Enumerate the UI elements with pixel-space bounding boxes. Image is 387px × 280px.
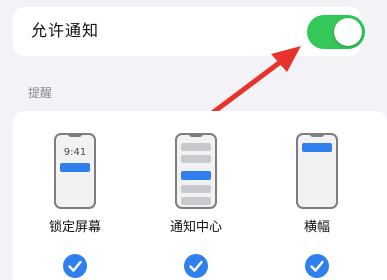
alert-style-lock-screen[interactable]: 9:41 锁定屏幕 [25,111,125,280]
alert-styles-card: 9:41 锁定屏幕 通知中心 横幅 [13,111,387,280]
alert-style-banners[interactable]: 横幅 [267,111,367,280]
checkmark-icon[interactable] [184,254,208,278]
allow-notifications-label: 允许通知 [31,21,100,40]
checkmark-icon[interactable] [305,254,329,278]
alert-style-label: 横幅 [303,220,330,235]
phone-notification-center-icon [175,133,217,209]
checkmark-icon[interactable] [63,254,87,278]
notification-center-bar [181,171,211,180]
notification-settings-screen: 允许通知 提醒 9:41 锁定屏幕 通知中心 横幅 [0,0,387,280]
alert-style-label: 锁定屏幕 [48,220,101,235]
lockscreen-notification-bar [60,163,90,172]
banner-notification-bar [302,143,332,152]
alert-style-label: 通知中心 [169,220,222,235]
phone-lockscreen-icon: 9:41 [54,133,96,209]
lockscreen-time: 9:41 [63,147,87,158]
section-header-alerts: 提醒 [28,86,53,100]
switch-knob [334,18,362,46]
alert-style-notification-center[interactable]: 通知中心 [146,111,246,280]
allow-notifications-switch[interactable] [307,15,365,49]
phone-banner-icon [296,133,338,209]
allow-notifications-row: 允许通知 [13,7,365,56]
